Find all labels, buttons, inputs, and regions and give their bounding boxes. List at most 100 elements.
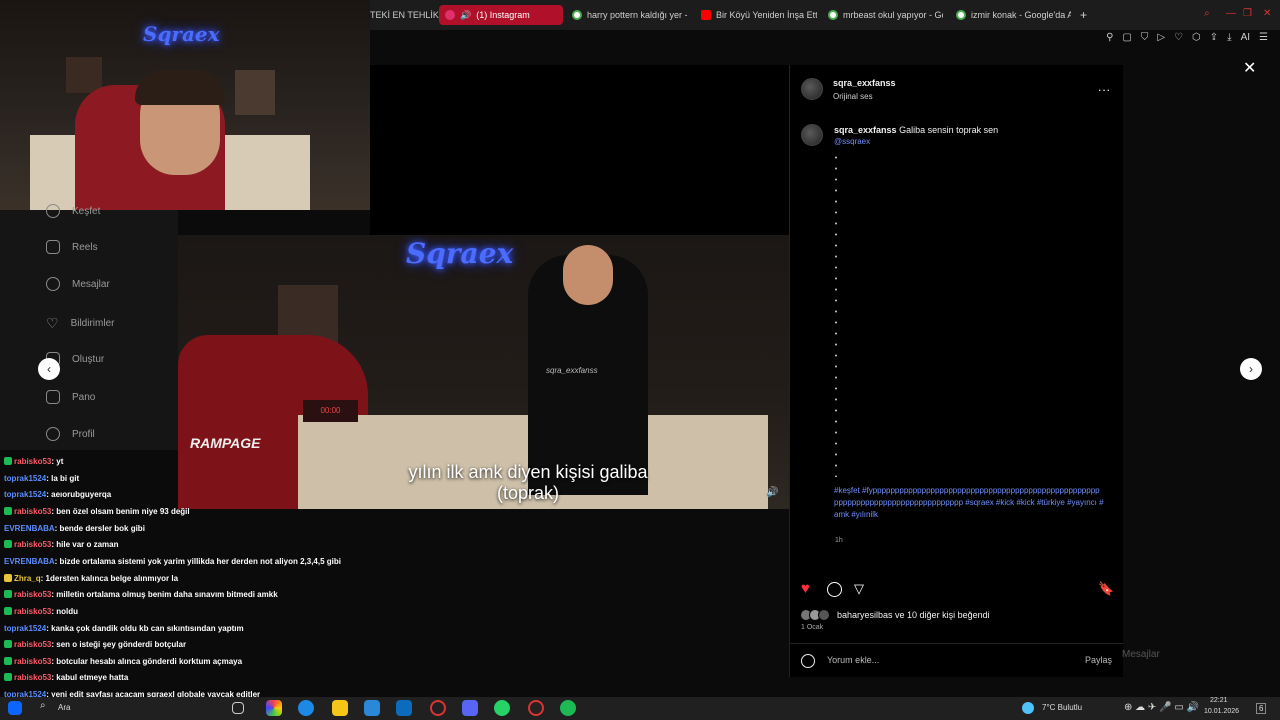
post-time: 1h	[835, 537, 843, 544]
more-options-icon[interactable]: ...	[1098, 80, 1111, 94]
avatar[interactable]	[801, 78, 823, 100]
chat-message: rabisko53: noldu	[4, 607, 78, 616]
app-icon[interactable]	[396, 700, 412, 716]
post-username[interactable]: sqra_exxfanss	[833, 78, 896, 88]
tab-youtube[interactable]: Bir Köyü Yeniden İnşa Ettim	[701, 5, 817, 25]
tab-izmir[interactable]: izmir konak - Google'da A	[956, 5, 1071, 25]
speaker-icon[interactable]: 🔊	[460, 10, 471, 21]
taskbar-search-label[interactable]: Ara	[58, 703, 70, 712]
sidebar-item-mesajlar[interactable]: Mesajlar	[46, 277, 110, 291]
chat-text: : 1dersten kalınca belge alınmıyor la	[40, 574, 179, 583]
clock-date[interactable]: 10.01.2026	[1204, 708, 1239, 715]
emoji-icon[interactable]	[801, 654, 815, 668]
chat-username[interactable]: rabisko53	[14, 657, 51, 666]
share-icon[interactable]: ⇪	[1210, 32, 1218, 43]
chat-text: : ben özel olsam benim niye 93 değil	[51, 507, 190, 516]
tab-mrbeast[interactable]: mrbeast okul yapıyor - Go	[828, 5, 943, 25]
close-window-icon[interactable]: ✕	[1263, 8, 1271, 19]
sidebar-item-profil[interactable]: Profil	[46, 427, 95, 441]
new-tab-label: +	[1080, 8, 1088, 22]
post-comment-button[interactable]: Paylaş	[1085, 655, 1112, 665]
weather-text[interactable]: 7°C Bulutlu	[1042, 703, 1082, 712]
chat-username[interactable]: rabisko53	[14, 607, 51, 616]
heart-outline-icon[interactable]: ♡	[1174, 32, 1183, 43]
tab-label: harry pottern kaldığı yer -	[587, 10, 688, 20]
play-icon[interactable]: ▷	[1157, 32, 1165, 43]
sidebar-item-kesfet[interactable]: Keşfet	[46, 204, 100, 218]
tab-tehlike[interactable]: TEKİ EN TEHLİK	[370, 5, 440, 25]
minimize-icon[interactable]: —	[1226, 8, 1236, 19]
chat-text: : la bi git	[46, 474, 80, 483]
mute-toggle-icon[interactable]: 🔊	[766, 487, 778, 498]
edge-icon[interactable]	[298, 700, 314, 716]
new-tab-button[interactable]: +	[1080, 5, 1087, 25]
pin-icon[interactable]: ⚲	[1106, 32, 1113, 43]
chat-message: rabisko53: kabul etmeye hatta	[4, 673, 128, 682]
chat-username[interactable]: rabisko53	[14, 640, 51, 649]
ai-button[interactable]: AI	[1241, 32, 1250, 43]
reels-icon	[46, 240, 60, 254]
caption-text: Galiba sensin toprak sen	[899, 125, 999, 135]
likes-summary[interactable]: baharyesilbas ve 10 diğer kişi beğendi	[837, 610, 990, 620]
task-view-icon[interactable]	[232, 702, 244, 714]
chat-username[interactable]: rabisko53	[14, 590, 51, 599]
chat-username[interactable]: toprak1524	[4, 474, 46, 483]
bookmark-icon[interactable]: 🔖	[1098, 581, 1114, 597]
chat-username[interactable]: rabisko53	[14, 457, 51, 466]
liker-avatar	[818, 609, 830, 621]
whatsapp-icon[interactable]	[494, 700, 510, 716]
caption-hashtags[interactable]: #keşfet #fyppppppppppppppppppppppppppppp…	[834, 485, 1104, 521]
chat-username[interactable]: toprak1524	[4, 490, 46, 499]
previous-post-button[interactable]: ‹	[38, 358, 60, 380]
post-audio[interactable]: Orijinal ses	[833, 92, 873, 101]
sidebar-item-reels[interactable]: Reels	[46, 240, 98, 254]
chat-username[interactable]: EVRENBABA	[4, 524, 55, 533]
chat-username[interactable]: rabisko53	[14, 507, 51, 516]
shield-icon[interactable]: ⛉	[1141, 32, 1149, 43]
chat-username[interactable]: rabisko53	[14, 673, 51, 682]
spotify-icon[interactable]	[560, 700, 576, 716]
file-explorer-icon[interactable]	[332, 700, 348, 716]
wall-poster	[235, 70, 275, 115]
comment-icon[interactable]	[827, 582, 842, 597]
chat-username[interactable]: rabisko53	[14, 540, 51, 549]
screenshot-icon[interactable]: ▢	[1122, 32, 1131, 43]
sidebar-item-bildirimler[interactable]: ♡ Bildirimler	[46, 315, 114, 332]
search-icon[interactable]: ⌕	[40, 700, 56, 716]
maximize-icon[interactable]: ❐	[1243, 8, 1252, 19]
store-icon[interactable]	[364, 700, 380, 716]
caption-mention[interactable]: @ssqraex	[834, 137, 870, 146]
obs-icon[interactable]	[528, 700, 544, 716]
chat-username[interactable]: EVRENBABA	[4, 557, 55, 566]
chat-username[interactable]: toprak1524	[4, 624, 46, 633]
chat-message: rabisko53: ben özel olsam benim niye 93 …	[4, 507, 190, 516]
windows-start-icon[interactable]	[8, 701, 22, 715]
share-send-icon[interactable]: ▽	[854, 581, 864, 597]
google-icon	[828, 10, 838, 20]
windows-taskbar: ⌕ Ara 7°C Bulutlu ⊕ ☁ ✈ 🎤 ▭ 🔊 22:21 10.0…	[0, 697, 1280, 720]
close-icon[interactable]: ✕	[1243, 58, 1256, 78]
discord-icon[interactable]	[462, 700, 478, 716]
download-icon[interactable]: ⤓	[1227, 32, 1231, 43]
sidebar-item-pano[interactable]: Pano	[46, 390, 95, 404]
extensions-icon[interactable]: ⬡	[1192, 32, 1201, 43]
tray-icons[interactable]: ⊕ ☁ ✈ 🎤 ▭ 🔊	[1124, 702, 1199, 713]
caption-avatar[interactable]	[801, 124, 823, 146]
comment-input[interactable]	[827, 652, 1067, 668]
caption-username[interactable]: sqra_exxfanss	[834, 125, 897, 135]
tab-label: TEKİ EN TEHLİK	[370, 10, 439, 20]
tab-instagram[interactable]: 🔊 (1) Instagram	[439, 5, 563, 25]
chat-badge-icon	[4, 574, 12, 582]
chat-message: rabisko53: sen o isteği şey gönderdi bot…	[4, 640, 186, 649]
opera-icon[interactable]	[430, 700, 446, 716]
notification-badge[interactable]: 6	[1256, 703, 1267, 714]
clock-time[interactable]: 22:21	[1210, 697, 1228, 704]
tab-harry-potter[interactable]: harry pottern kaldığı yer -	[572, 5, 690, 25]
menu-icon[interactable]: ☰	[1259, 32, 1268, 43]
like-heart-icon[interactable]: ♥	[801, 580, 810, 597]
copilot-icon[interactable]	[266, 700, 282, 716]
next-post-button[interactable]: ›	[1240, 358, 1262, 380]
search-tabs-icon[interactable]: ⌕	[1204, 8, 1210, 19]
dashboard-icon	[46, 390, 60, 404]
chat-username[interactable]: Zhra_q	[14, 574, 41, 583]
